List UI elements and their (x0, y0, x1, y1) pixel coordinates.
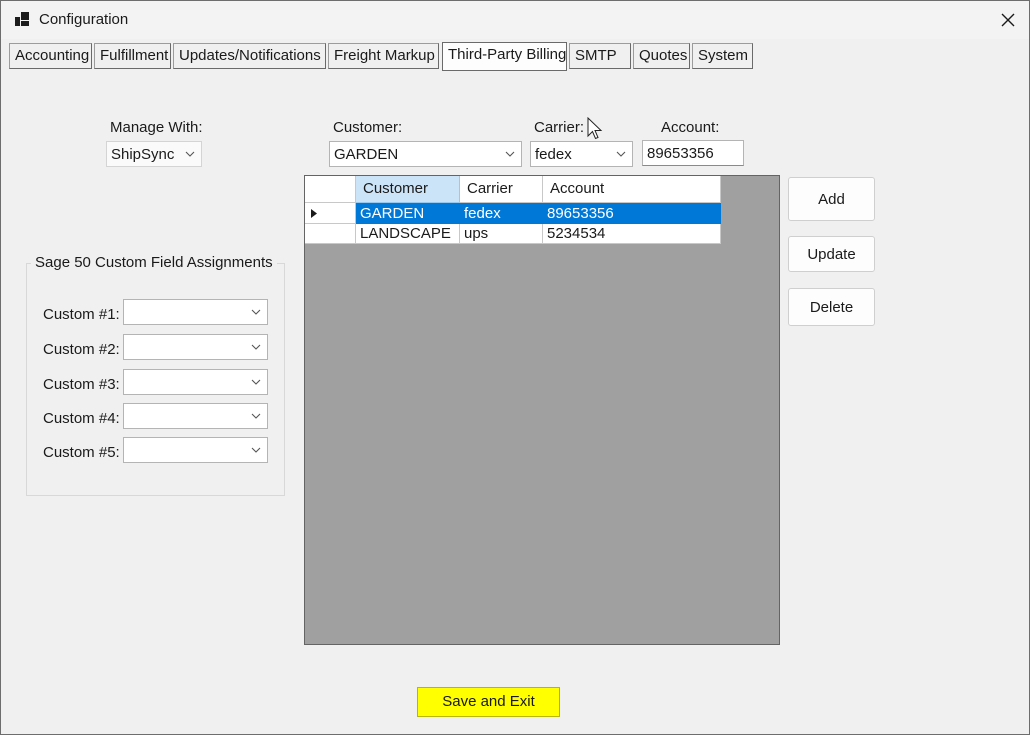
custom-3-label: Custom #3: (43, 376, 120, 393)
cell-account[interactable]: 5234534 (543, 224, 721, 244)
chevron-down-icon (251, 379, 261, 385)
column-header-account[interactable]: Account (543, 176, 721, 203)
tab-updates-notifications[interactable]: Updates/Notifications (173, 43, 326, 69)
mouse-cursor-icon (587, 117, 603, 140)
manage-with-label: Manage With: (110, 119, 203, 136)
custom-4-label: Custom #4: (43, 410, 120, 427)
customer-dropdown[interactable]: GARDEN (329, 141, 522, 167)
custom-3-dropdown[interactable] (123, 369, 268, 395)
row-header[interactable] (305, 224, 356, 244)
grid-corner-header (305, 176, 356, 203)
save-and-exit-button[interactable]: Save and Exit (417, 687, 560, 717)
close-icon (1001, 13, 1015, 27)
carrier-label: Carrier: (534, 119, 585, 136)
row-header[interactable] (305, 203, 356, 224)
chevron-down-icon (251, 447, 261, 453)
custom-1-label: Custom #1: (43, 306, 120, 323)
column-header-customer[interactable]: Customer (356, 176, 460, 203)
tab-system[interactable]: System (692, 43, 753, 69)
cell-customer[interactable]: LANDSCAPE (356, 224, 460, 244)
custom-1-dropdown[interactable] (123, 299, 268, 325)
custom-5-dropdown[interactable] (123, 437, 268, 463)
manage-with-dropdown[interactable]: ShipSync (106, 141, 202, 167)
manage-with-value: ShipSync (111, 146, 175, 163)
add-button[interactable]: Add (788, 177, 875, 221)
account-label: Account: (661, 119, 720, 136)
tab-third-party-billing[interactable]: Third-Party Billing (442, 42, 567, 71)
window-title: Configuration (39, 11, 129, 28)
tab-freight-markup[interactable]: Freight Markup (328, 43, 439, 69)
chevron-down-icon (616, 151, 626, 157)
carrier-dropdown[interactable]: fedex (530, 141, 633, 167)
carrier-value: fedex (535, 146, 572, 163)
tab-smtp[interactable]: SMTP (569, 43, 631, 69)
custom-2-dropdown[interactable] (123, 334, 268, 360)
chevron-down-icon (251, 413, 261, 419)
account-input[interactable] (642, 140, 744, 166)
tab-accounting[interactable]: Accounting (9, 43, 92, 69)
tab-quotes[interactable]: Quotes (633, 43, 690, 69)
app-window-icon (15, 12, 29, 26)
chevron-down-icon (505, 151, 515, 157)
chevron-down-icon (251, 309, 261, 315)
close-button[interactable] (987, 1, 1029, 39)
cell-account[interactable]: 89653356 (543, 203, 721, 224)
custom-field-group-title: Sage 50 Custom Field Assignments (31, 254, 277, 271)
cell-customer[interactable]: GARDEN (356, 203, 460, 224)
delete-button[interactable]: Delete (788, 288, 875, 326)
row-pointer-icon (311, 209, 317, 218)
tab-fulfillment[interactable]: Fulfillment (94, 43, 171, 69)
custom-4-dropdown[interactable] (123, 403, 268, 429)
configuration-window: Configuration Accounting Fulfillment Upd… (0, 0, 1030, 735)
billing-accounts-grid[interactable]: Customer Carrier Account GARDEN fedex 89… (304, 175, 780, 645)
custom-2-label: Custom #2: (43, 341, 120, 358)
column-header-carrier[interactable]: Carrier (460, 176, 543, 203)
cell-carrier[interactable]: ups (460, 224, 543, 244)
chevron-down-icon (185, 151, 195, 157)
title-bar: Configuration (1, 1, 1029, 39)
customer-label: Customer: (333, 119, 403, 136)
custom-5-label: Custom #5: (43, 444, 120, 461)
update-button[interactable]: Update (788, 236, 875, 272)
chevron-down-icon (251, 344, 261, 350)
customer-value: GARDEN (334, 146, 399, 163)
cell-carrier[interactable]: fedex (460, 203, 543, 224)
